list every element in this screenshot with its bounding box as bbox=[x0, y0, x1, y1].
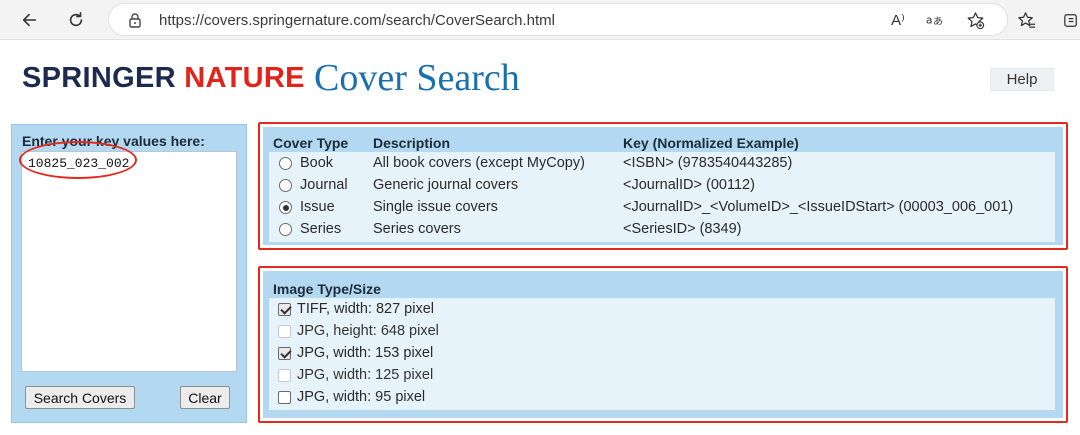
browser-toolbar: https://covers.springernature.com/search… bbox=[0, 0, 1080, 40]
image-option-label: JPG, width: 153 pixel bbox=[297, 345, 434, 361]
radio-issue[interactable] bbox=[279, 201, 292, 214]
cover-type-description: All book covers (except MyCopy) bbox=[373, 155, 585, 171]
lock-icon bbox=[127, 12, 143, 28]
key-entry-label: Enter your key values here: bbox=[22, 133, 205, 149]
url-text[interactable]: https://covers.springernature.com/search… bbox=[159, 12, 555, 29]
clear-button[interactable]: Clear bbox=[180, 386, 230, 409]
image-option-label: TIFF, width: 827 pixel bbox=[297, 301, 434, 317]
reload-icon bbox=[69, 11, 83, 27]
cover-type-table: Book All book covers (except MyCopy) <IS… bbox=[269, 152, 1055, 242]
cover-type-panel: Cover Type Description Key (Normalized E… bbox=[263, 127, 1063, 245]
back-button[interactable] bbox=[16, 6, 44, 34]
key-entry-panel: Enter your key values here: 10825_023_00… bbox=[11, 124, 247, 423]
cover-type-header: Cover Type bbox=[273, 135, 349, 151]
back-arrow-icon bbox=[22, 13, 37, 27]
cover-type-description: Generic journal covers bbox=[373, 177, 519, 193]
image-option-label: JPG, height: 648 pixel bbox=[297, 323, 439, 339]
address-bar[interactable]: https://covers.springernature.com/search… bbox=[108, 3, 1008, 36]
radio-series[interactable] bbox=[279, 223, 292, 236]
add-favorite-icon[interactable] bbox=[964, 10, 986, 30]
cover-type-label: Series bbox=[300, 221, 342, 237]
key-values-textarea[interactable]: 10825_023_002 bbox=[21, 151, 237, 372]
cover-type-key: <SeriesID> (8349) bbox=[623, 221, 742, 237]
checkbox-jpg-153[interactable] bbox=[278, 347, 291, 360]
cover-type-label: Issue bbox=[300, 199, 335, 215]
radio-journal[interactable] bbox=[279, 179, 292, 192]
cover-type-key: <JournalID>_<VolumeID>_<IssueIDStart> (0… bbox=[623, 199, 1014, 215]
image-type-header: Image Type/Size bbox=[273, 281, 381, 297]
help-button[interactable]: Help bbox=[990, 68, 1054, 91]
svg-text:a: a bbox=[926, 14, 933, 27]
read-aloud-icon[interactable]: A⁾ bbox=[887, 10, 909, 30]
page-title: Cover Search bbox=[314, 57, 520, 99]
cover-type-label: Journal bbox=[300, 177, 348, 193]
reload-button[interactable] bbox=[62, 6, 90, 34]
cover-type-key: <ISBN> (9783540443285) bbox=[623, 155, 793, 171]
cover-type-label: Book bbox=[300, 155, 334, 171]
springer-nature-logo[interactable]: SPRINGER NATURE bbox=[22, 62, 305, 95]
image-option-label: JPG, width: 95 pixel bbox=[297, 389, 426, 405]
radio-book[interactable] bbox=[279, 157, 292, 170]
translate-icon[interactable]: aあ bbox=[923, 10, 945, 30]
collections-icon[interactable] bbox=[1060, 9, 1080, 31]
cover-type-description: Single issue covers bbox=[373, 199, 498, 215]
checkbox-tiff-827[interactable] bbox=[278, 303, 291, 316]
checkbox-jpg-95[interactable] bbox=[278, 391, 291, 404]
search-covers-button[interactable]: Search Covers bbox=[25, 386, 135, 409]
image-type-panel: Image Type/Size TIFF, width: 827 pixel J… bbox=[263, 271, 1063, 418]
svg-text:あ: あ bbox=[933, 16, 943, 28]
checkbox-jpg-h648[interactable] bbox=[278, 325, 291, 338]
cover-type-key: <JournalID> (00112) bbox=[623, 177, 755, 193]
cover-type-description: Series covers bbox=[373, 221, 461, 237]
image-type-list: TIFF, width: 827 pixel JPG, height: 648 … bbox=[269, 298, 1055, 410]
key-header: Key (Normalized Example) bbox=[623, 135, 799, 151]
image-option-label: JPG, width: 125 pixel bbox=[297, 367, 434, 383]
checkbox-jpg-125[interactable] bbox=[278, 369, 291, 382]
description-header: Description bbox=[373, 135, 451, 151]
favorites-icon[interactable] bbox=[1015, 9, 1037, 31]
